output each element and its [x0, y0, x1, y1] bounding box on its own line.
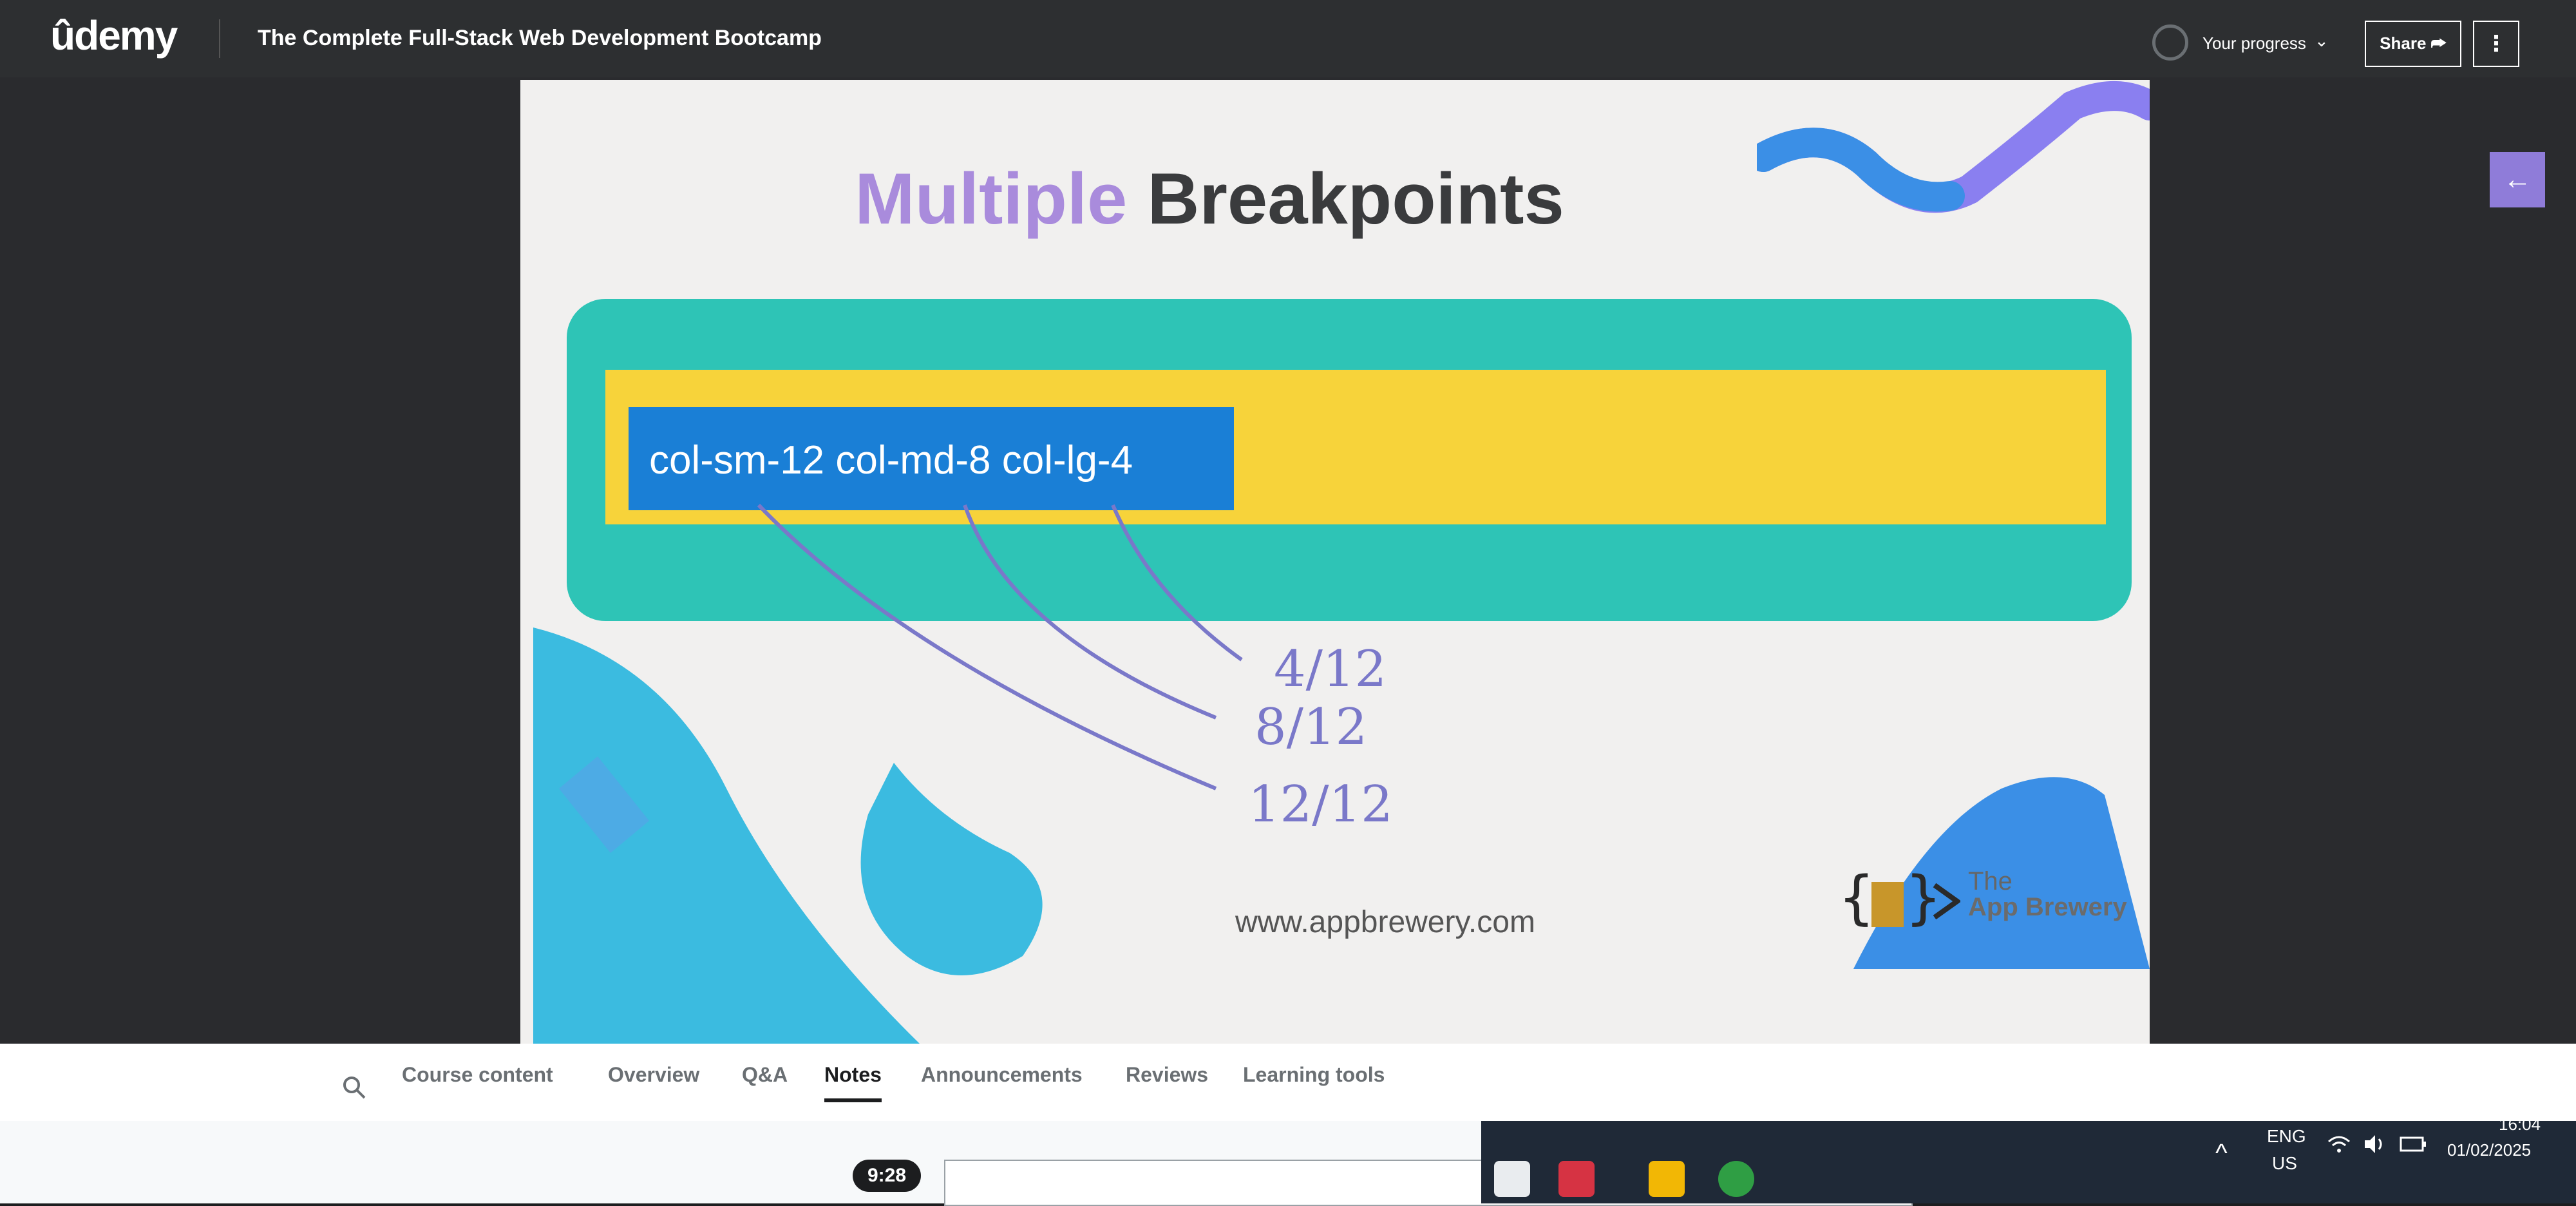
- wifi-icon[interactable]: [2326, 1133, 2352, 1156]
- file-explorer-icon[interactable]: [1649, 1161, 1685, 1197]
- tab-reviews[interactable]: Reviews: [1126, 1063, 1208, 1087]
- tab-notes[interactable]: Notes: [824, 1063, 882, 1102]
- progress-ring-icon[interactable]: [2152, 24, 2188, 61]
- tab-announcements[interactable]: Announcements: [921, 1063, 1083, 1087]
- more-options-button[interactable]: ⋮: [2473, 21, 2519, 67]
- volume-icon[interactable]: [2362, 1133, 2388, 1156]
- tab-overview[interactable]: Overview: [608, 1063, 699, 1087]
- course-title[interactable]: The Complete Full-Stack Web Development …: [258, 26, 822, 51]
- tab-course-content[interactable]: Course content: [402, 1063, 553, 1087]
- annotation-12-12: 12/12: [1248, 776, 1393, 834]
- annotation-8-12: 8/12: [1255, 698, 1368, 756]
- annotation-4-12: 4/12: [1274, 640, 1387, 698]
- svg-text:{: {: [1838, 866, 1875, 932]
- note-timestamp: 9:28: [853, 1160, 921, 1192]
- app-icon-1[interactable]: [1494, 1161, 1530, 1197]
- share-button[interactable]: Share ⮫: [2365, 21, 2461, 67]
- tab-qa[interactable]: Q&A: [742, 1063, 788, 1087]
- clock-time[interactable]: 16:04: [2499, 1115, 2541, 1134]
- udemy-logo[interactable]: ûdemy: [50, 12, 178, 59]
- search-icon[interactable]: [341, 1075, 367, 1100]
- arrow-left-icon[interactable]: ←: [2490, 152, 2545, 207]
- app-icon-2[interactable]: [1558, 1161, 1595, 1197]
- chrome-icon[interactable]: [1718, 1161, 1754, 1197]
- slide-url: www.appbrewery.com: [1235, 905, 1535, 939]
- tray-chevron-icon[interactable]: ^: [2215, 1139, 2228, 1168]
- language-indicator[interactable]: ENG: [2267, 1126, 2306, 1147]
- lecture-slide: Multiple Breakpoints col-sm-12 col-md-8 …: [520, 80, 2150, 1044]
- svg-text:}: }: [1905, 866, 1942, 932]
- clock-date[interactable]: 01/02/2025: [2447, 1140, 2531, 1160]
- chevron-down-icon[interactable]: ⌄: [2315, 31, 2329, 51]
- header-divider: [219, 19, 220, 58]
- brand-the: The: [1968, 867, 2012, 895]
- brand-name: App Brewery: [1968, 893, 2127, 921]
- keyboard-layout[interactable]: US: [2272, 1153, 2297, 1174]
- tab-learning-tools[interactable]: Learning tools: [1243, 1063, 1385, 1087]
- app-brewery-logo-icon: { }: [1838, 866, 1960, 932]
- progress-label[interactable]: Your progress: [2202, 34, 2306, 53]
- battery-icon[interactable]: [2400, 1134, 2428, 1154]
